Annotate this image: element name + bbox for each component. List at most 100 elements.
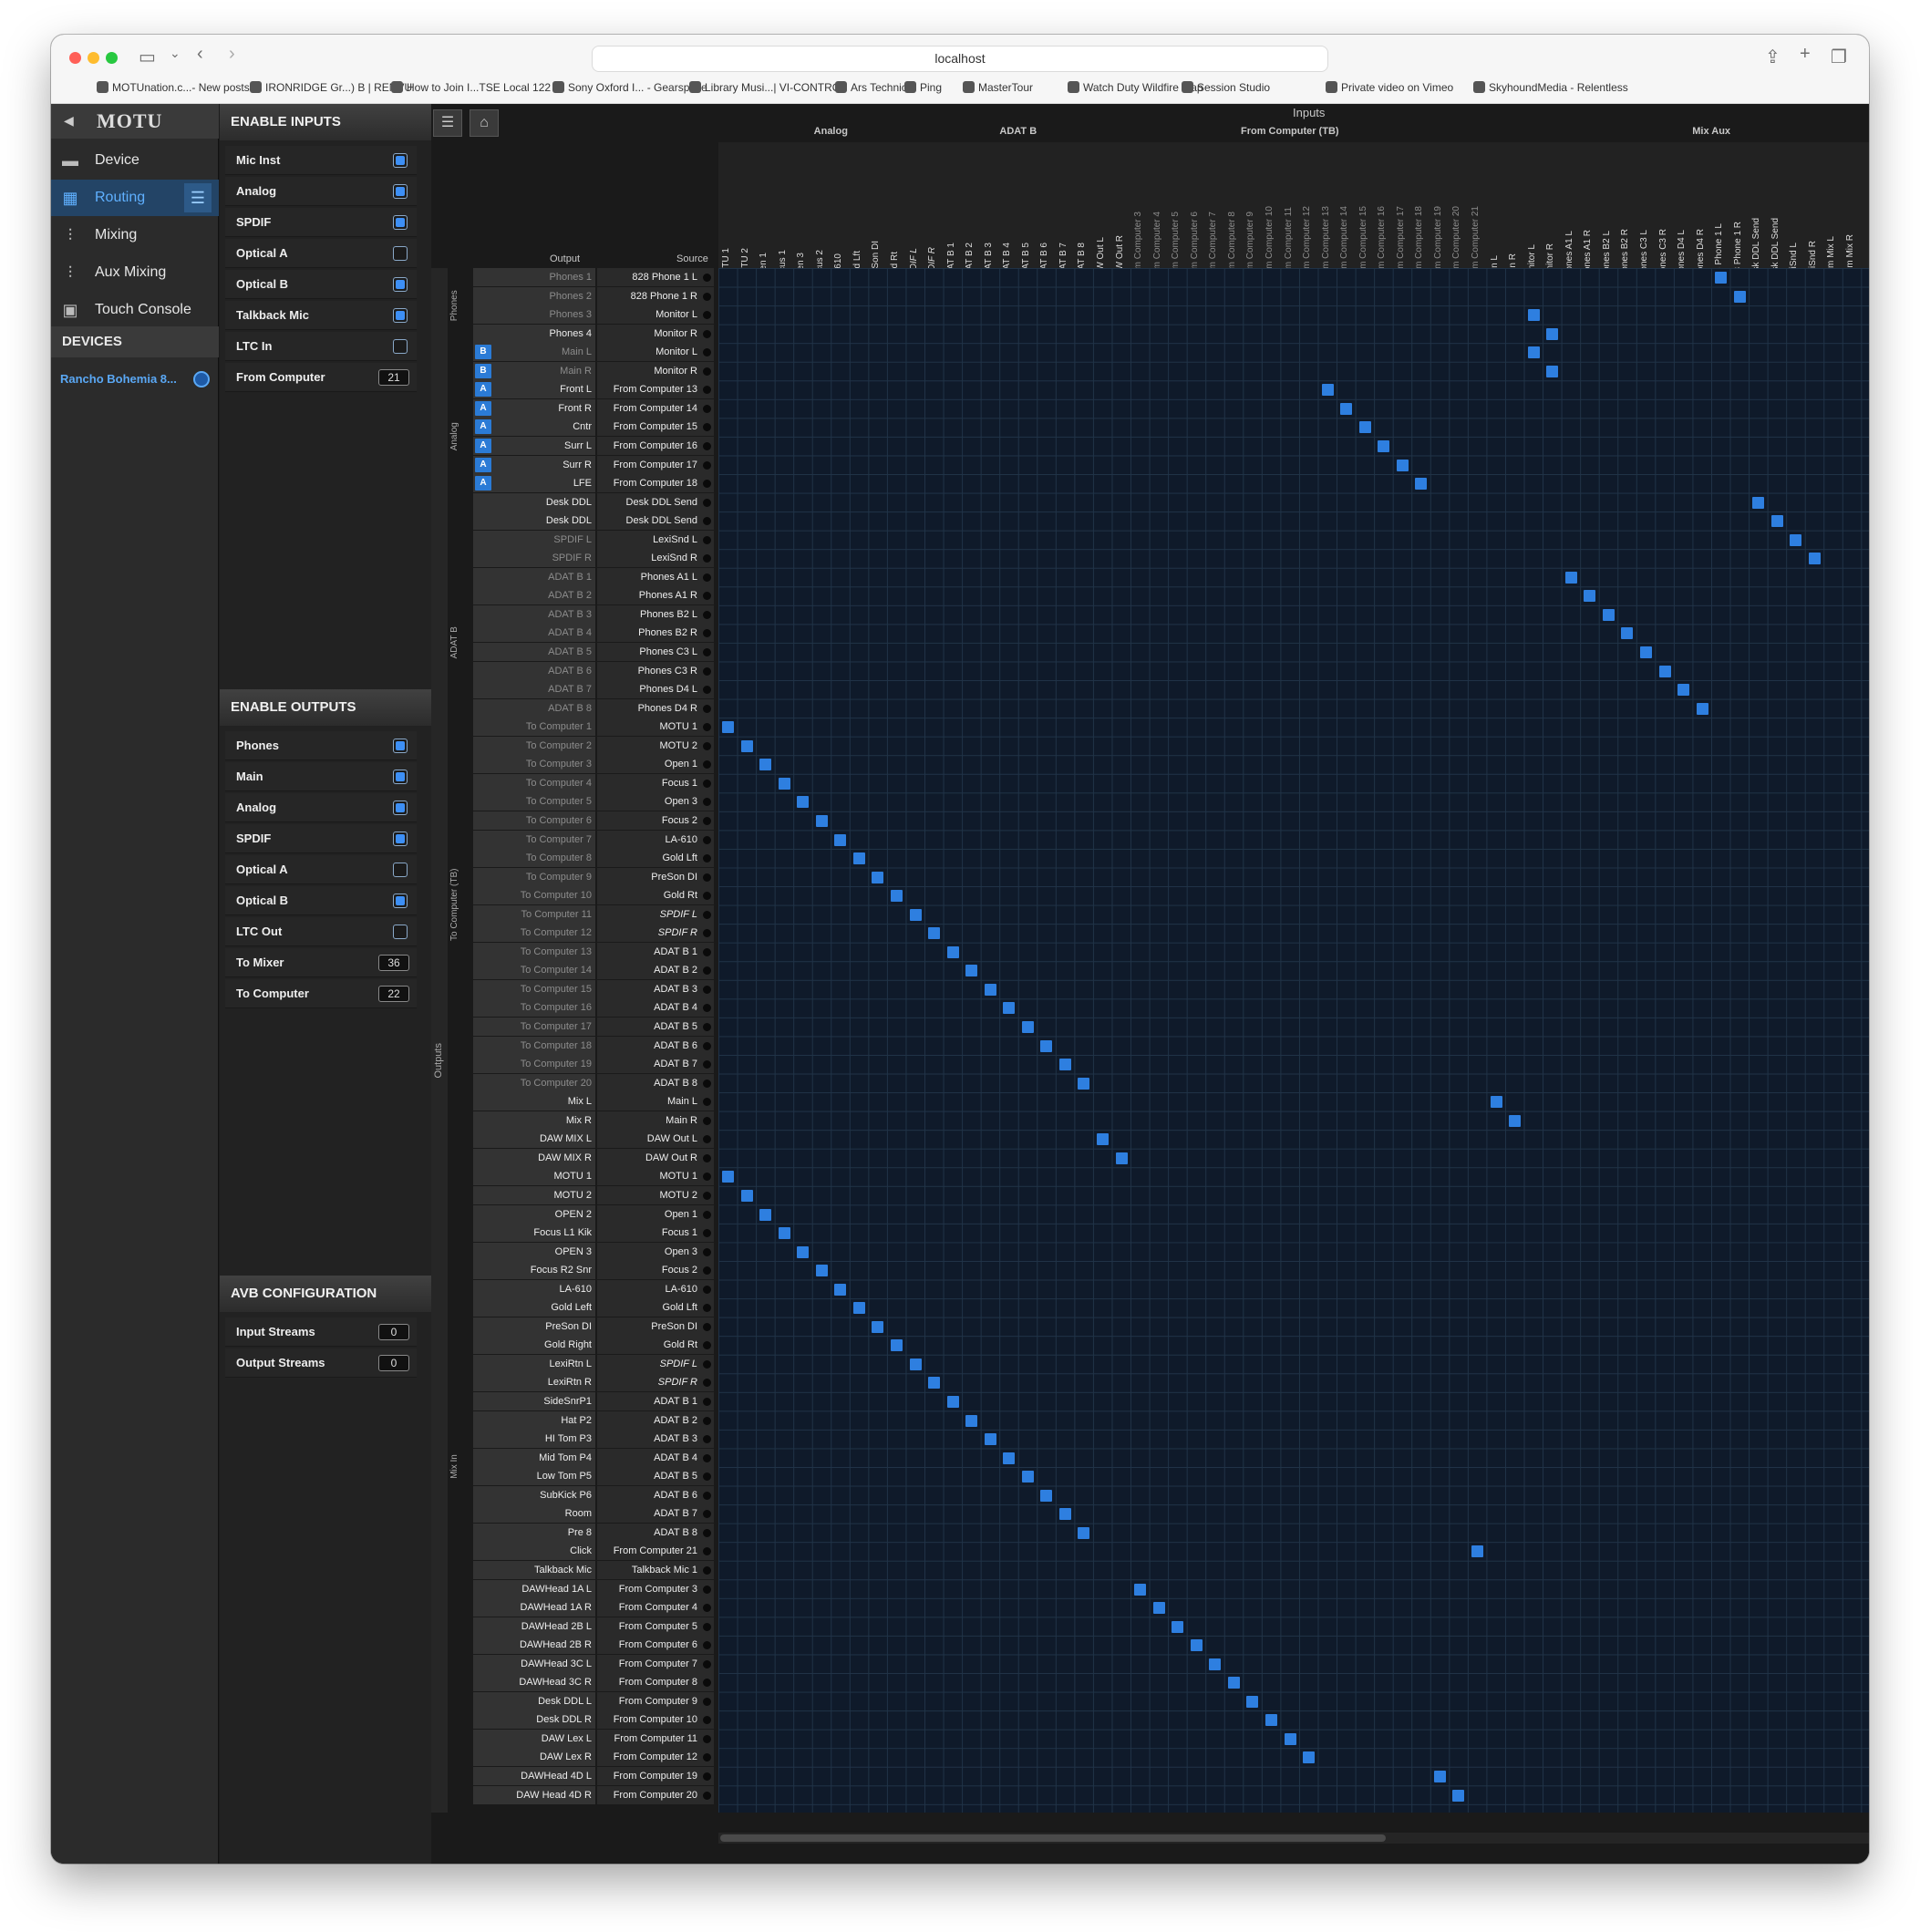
source-row-label[interactable]: ADAT B 7	[597, 1504, 714, 1524]
route-connection[interactable]	[1340, 402, 1353, 415]
input-column-header[interactable]: Phones B2 R	[1617, 142, 1636, 268]
input-column-header[interactable]: LA-610	[831, 142, 849, 268]
output-tag-badge[interactable]: A	[475, 457, 491, 472]
source-row-label[interactable]: Gold Lft	[597, 849, 714, 868]
route-connection[interactable]	[1303, 1751, 1316, 1764]
panel-row-optical-b[interactable]: Optical B	[225, 270, 417, 299]
input-column-header[interactable]: From Computer 20	[1449, 142, 1467, 268]
panel-row-phones[interactable]: Phones	[225, 731, 417, 760]
route-connection[interactable]	[1584, 590, 1596, 603]
output-row-label[interactable]: Room	[473, 1504, 595, 1524]
bookmark-item[interactable]: Ping	[904, 81, 942, 94]
share-icon[interactable]: ⇪	[1765, 46, 1781, 68]
output-group-label[interactable]: Analog	[449, 380, 464, 492]
output-row-label[interactable]: LFE	[473, 474, 595, 493]
route-connection[interactable]	[1097, 1133, 1109, 1146]
input-column-header[interactable]: ADAT B 1	[944, 142, 962, 268]
output-row-label[interactable]: Desk DDL	[473, 511, 595, 531]
output-row-label[interactable]: Talkback Mic	[473, 1560, 595, 1579]
output-row-label[interactable]: To Computer 6	[473, 811, 595, 830]
source-row-label[interactable]: Open 1	[597, 755, 714, 774]
route-connection[interactable]	[946, 945, 959, 958]
output-row-label[interactable]: ADAT B 6	[473, 661, 595, 680]
route-connection[interactable]	[1564, 571, 1577, 584]
list-view-icon[interactable]: ☰	[184, 183, 212, 212]
enable-checkbox[interactable]	[393, 277, 408, 292]
panel-row-optical-a[interactable]: Optical A	[225, 855, 417, 884]
source-row-label[interactable]: From Computer 14	[597, 398, 714, 418]
input-column-header[interactable]: Phones D4 R	[1693, 142, 1711, 268]
route-connection[interactable]	[928, 1377, 941, 1390]
source-row-label[interactable]: Monitor R	[597, 324, 714, 343]
input-column-header[interactable]: ADAT B 3	[981, 142, 999, 268]
route-connection[interactable]	[1527, 309, 1540, 322]
output-row-label[interactable]: Pre 8	[473, 1523, 595, 1542]
source-row-label[interactable]: LA-610	[597, 1279, 714, 1298]
route-connection[interactable]	[740, 1189, 753, 1202]
output-row-label[interactable]: Click	[473, 1542, 595, 1561]
panel-row-output-streams[interactable]: Output Streams 0	[225, 1348, 417, 1378]
enable-checkbox[interactable]	[393, 246, 408, 261]
panel-row-optical-a[interactable]: Optical A	[225, 239, 417, 268]
route-connection[interactable]	[1040, 1489, 1053, 1502]
count-field[interactable]: 21	[378, 369, 409, 386]
nav-item-routing[interactable]: ▦ Routing ☰	[51, 180, 219, 216]
output-row-label[interactable]: To Computer 18	[473, 1036, 595, 1055]
output-row-label[interactable]: Phones 2	[473, 286, 595, 305]
collapse-icon[interactable]: ◀	[64, 113, 74, 129]
bookmark-item[interactable]: How to Join I...TSE Local 122	[391, 81, 551, 94]
source-row-label[interactable]: LexiSnd R	[597, 549, 714, 568]
output-row-label[interactable]: SideSnrP1	[473, 1392, 595, 1410]
address-bar[interactable]: localhost	[592, 46, 1328, 72]
output-row-label[interactable]: Focus L1 Kik	[473, 1224, 595, 1243]
source-row-label[interactable]: ADAT B 7	[597, 1055, 714, 1074]
route-connection[interactable]	[759, 759, 772, 771]
source-row-label[interactable]: PreSon DI	[597, 867, 714, 886]
route-connection[interactable]	[1265, 1714, 1277, 1727]
route-connection[interactable]	[1003, 1452, 1016, 1464]
route-connection[interactable]	[1040, 1039, 1053, 1052]
source-row-label[interactable]: ADAT B 2	[597, 1410, 714, 1430]
input-column-header[interactable]: Main R	[1505, 142, 1523, 268]
source-row-label[interactable]: Gold Lft	[597, 1298, 714, 1317]
output-row-label[interactable]: Desk DDL	[473, 492, 595, 511]
input-column-header[interactable]: LexiSnd L	[1786, 142, 1804, 268]
output-group-label[interactable]: Phones	[449, 268, 464, 343]
route-connection[interactable]	[1546, 365, 1559, 377]
route-connection[interactable]	[834, 833, 847, 846]
output-row-label[interactable]: To Computer 15	[473, 979, 595, 998]
source-row-label[interactable]: Phones B2 L	[597, 604, 714, 624]
input-column-header[interactable]: Drum Mix R	[1843, 142, 1861, 268]
source-row-label[interactable]: Open 3	[597, 792, 714, 811]
route-connection[interactable]	[1509, 1114, 1522, 1127]
panel-row-mic-inst[interactable]: Mic Inst	[225, 146, 417, 175]
output-row-label[interactable]: To Computer 17	[473, 1018, 595, 1036]
source-row-label[interactable]: Phones A1 R	[597, 586, 714, 605]
input-column-header[interactable]: DAW Out R	[1112, 142, 1130, 268]
input-column-header[interactable]: From Computer 18	[1411, 142, 1430, 268]
output-row-label[interactable]: LA-610	[473, 1279, 595, 1298]
output-row-label[interactable]: To Computer 12	[473, 924, 595, 943]
output-row-label[interactable]: DAW Lex L	[473, 1729, 595, 1748]
input-column-header[interactable]: From Computer 9	[1243, 142, 1261, 268]
output-row-label[interactable]: DAW MIX L	[473, 1130, 595, 1149]
source-row-label[interactable]: Phones D4 L	[597, 680, 714, 699]
output-row-label[interactable]: Phones 1	[473, 268, 595, 286]
enable-checkbox[interactable]	[393, 739, 408, 753]
panel-row-analog[interactable]: Analog	[225, 793, 417, 822]
route-connection[interactable]	[872, 871, 884, 883]
source-row-label[interactable]: From Computer 4	[597, 1598, 714, 1617]
enable-checkbox[interactable]	[393, 308, 408, 323]
source-row-label[interactable]: ADAT B 1	[597, 942, 714, 961]
input-column-header[interactable]: ADAT B 8	[1074, 142, 1092, 268]
source-row-label[interactable]: Focus 1	[597, 1224, 714, 1243]
input-column-header[interactable]: From Computer 4	[1150, 142, 1168, 268]
panel-row-ltc-out[interactable]: LTC Out	[225, 917, 417, 946]
route-connection[interactable]	[1621, 627, 1634, 640]
count-field[interactable]: 36	[378, 955, 409, 971]
panel-row-spdif[interactable]: SPDIF	[225, 824, 417, 853]
route-connection[interactable]	[909, 908, 922, 921]
source-row-label[interactable]: From Computer 9	[597, 1691, 714, 1710]
source-row-label[interactable]: Main R	[597, 1111, 714, 1130]
output-row-label[interactable]: DAWHead 3C R	[473, 1673, 595, 1692]
